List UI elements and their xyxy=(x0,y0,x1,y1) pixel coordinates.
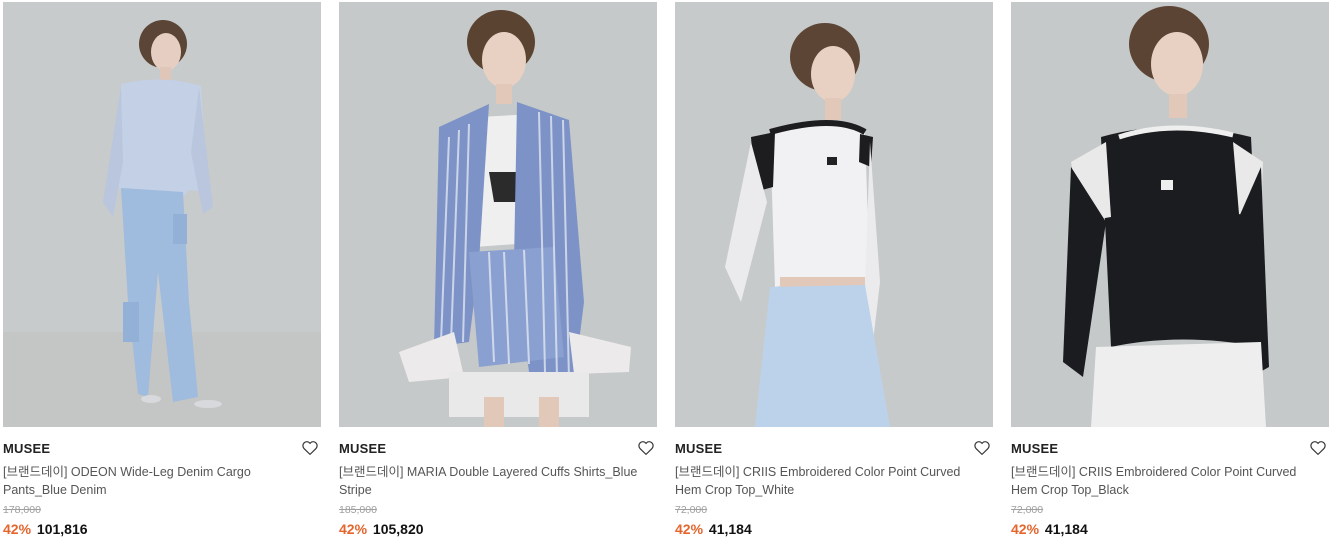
product-image[interactable] xyxy=(3,2,321,427)
discount-rate: 42% xyxy=(3,521,32,537)
product-card[interactable]: MUSEE [브랜드데이] MARIA Double Layered Cuffs… xyxy=(339,0,657,538)
sale-price: 105,820 xyxy=(372,521,424,537)
product-card[interactable]: MUSEE [브랜드데이] CRIIS Embroidered Color Po… xyxy=(1011,0,1329,538)
brand-name[interactable]: MUSEE xyxy=(339,441,657,457)
product-image[interactable] xyxy=(339,2,657,427)
discount-rate: 42% xyxy=(675,521,704,537)
price-row: 42% 101,816 xyxy=(3,520,321,538)
original-price: 72,000 xyxy=(675,504,708,516)
sale-price: 41,184 xyxy=(708,521,752,537)
product-title[interactable]: [브랜드데이] CRIIS Embroidered Color Point Cu… xyxy=(1011,463,1321,499)
discount-rate: 42% xyxy=(339,521,368,537)
brand-name[interactable]: MUSEE xyxy=(1011,441,1329,457)
sale-price: 101,816 xyxy=(36,521,88,537)
product-image[interactable] xyxy=(675,2,993,427)
product-title[interactable]: [브랜드데이] ODEON Wide-Leg Denim Cargo Pants… xyxy=(3,463,313,499)
product-card[interactable]: MUSEE [브랜드데이] CRIIS Embroidered Color Po… xyxy=(675,0,993,538)
heart-outline-icon[interactable] xyxy=(637,439,655,457)
heart-outline-icon[interactable] xyxy=(1309,439,1327,457)
product-title[interactable]: [브랜드데이] MARIA Double Layered Cuffs Shirt… xyxy=(339,463,649,499)
original-price: 72,000 xyxy=(1011,504,1044,516)
price-row: 42% 105,820 xyxy=(339,520,657,538)
product-grid: MUSEE [브랜드데이] ODEON Wide-Leg Denim Cargo… xyxy=(0,0,1344,552)
heart-outline-icon[interactable] xyxy=(973,439,991,457)
price-row: 42% 41,184 xyxy=(675,520,993,538)
price-row: 42% 41,184 xyxy=(1011,520,1329,538)
sale-price: 41,184 xyxy=(1044,521,1088,537)
product-title[interactable]: [브랜드데이] CRIIS Embroidered Color Point Cu… xyxy=(675,463,985,499)
discount-rate: 42% xyxy=(1011,521,1040,537)
product-image[interactable] xyxy=(1011,2,1329,427)
brand-name[interactable]: MUSEE xyxy=(3,441,321,457)
heart-outline-icon[interactable] xyxy=(301,439,319,457)
original-price: 178,000 xyxy=(3,504,41,516)
original-price: 185,000 xyxy=(339,504,377,516)
brand-name[interactable]: MUSEE xyxy=(675,441,993,457)
product-card[interactable]: MUSEE [브랜드데이] ODEON Wide-Leg Denim Cargo… xyxy=(3,0,321,538)
